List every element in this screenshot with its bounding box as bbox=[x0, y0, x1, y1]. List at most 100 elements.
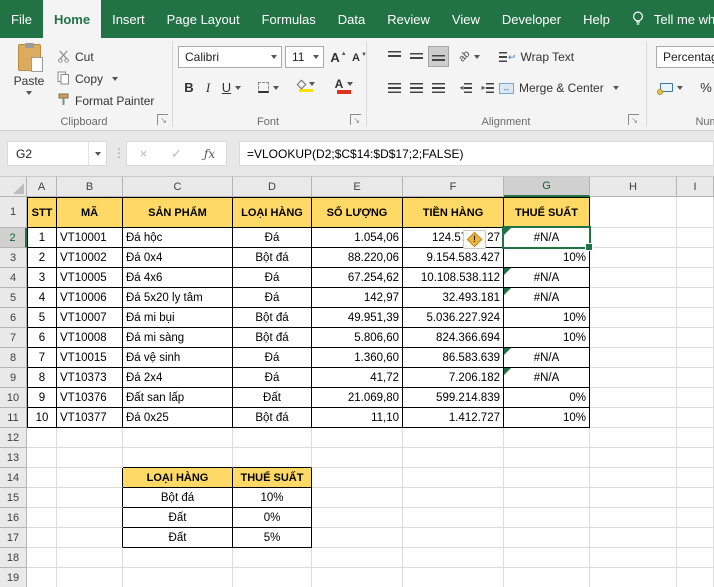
cell-C2[interactable]: Đá hộc bbox=[123, 228, 233, 248]
cell-D2[interactable]: Đá bbox=[233, 228, 312, 248]
formula-input[interactable]: =VLOOKUP(D2;$C$14:$D$17;2;FALSE) bbox=[239, 141, 714, 166]
cell-B14[interactable] bbox=[57, 468, 123, 488]
cell-F9[interactable]: 7.206.182 bbox=[403, 368, 504, 388]
cell-G5[interactable]: #N/A bbox=[504, 288, 590, 308]
borders-dropdown-arrow[interactable] bbox=[273, 85, 279, 90]
cell-E14[interactable] bbox=[312, 468, 403, 488]
cell-D6[interactable]: Bột đá bbox=[233, 308, 312, 328]
cell-I19[interactable] bbox=[677, 568, 714, 587]
cell-A14[interactable] bbox=[27, 468, 57, 488]
insert-function-icon[interactable]: ƒx bbox=[193, 142, 226, 165]
font-name-dropdown-arrow[interactable] bbox=[271, 55, 277, 59]
cell-H7[interactable] bbox=[590, 328, 677, 348]
orientation-button[interactable]: ab bbox=[455, 46, 484, 67]
cell-B9[interactable]: VT10373 bbox=[57, 368, 123, 388]
column-header-D[interactable]: D bbox=[233, 177, 312, 197]
decrease-indent-button[interactable]: ◂ bbox=[455, 77, 476, 98]
cell-B12[interactable] bbox=[57, 428, 123, 448]
cell-G19[interactable] bbox=[504, 568, 590, 587]
cell-A10[interactable]: 9 bbox=[27, 388, 57, 408]
error-checking-button[interactable]: ! bbox=[463, 230, 486, 249]
cell-C1[interactable]: SẢN PHẨM bbox=[123, 197, 233, 228]
formula-bar-resize-handle[interactable]: ⋮ bbox=[113, 146, 125, 160]
cell-D17[interactable]: 5% bbox=[233, 528, 312, 548]
cell-H12[interactable] bbox=[590, 428, 677, 448]
format-painter-button[interactable]: Format Painter bbox=[57, 91, 154, 111]
increase-font-size-button[interactable]: A ▲ bbox=[328, 47, 349, 68]
row-header-17[interactable]: 17 bbox=[0, 528, 27, 548]
row-header-12[interactable]: 12 bbox=[0, 428, 27, 448]
cell-C13[interactable] bbox=[123, 448, 233, 468]
fill-handle[interactable] bbox=[585, 243, 593, 251]
cell-C19[interactable] bbox=[123, 568, 233, 587]
cell-F5[interactable]: 32.493.181 bbox=[403, 288, 504, 308]
cell-D5[interactable]: Đá bbox=[233, 288, 312, 308]
cell-I11[interactable] bbox=[677, 408, 714, 428]
row-header-9[interactable]: 9 bbox=[0, 368, 27, 388]
row-header-10[interactable]: 10 bbox=[0, 388, 27, 408]
cell-I17[interactable] bbox=[677, 528, 714, 548]
tab-data[interactable]: Data bbox=[327, 0, 376, 38]
cell-G7[interactable]: 10% bbox=[504, 328, 590, 348]
cell-I10[interactable] bbox=[677, 388, 714, 408]
cell-H9[interactable] bbox=[590, 368, 677, 388]
tab-page-layout[interactable]: Page Layout bbox=[156, 0, 251, 38]
cell-F16[interactable] bbox=[403, 508, 504, 528]
cell-H6[interactable] bbox=[590, 308, 677, 328]
cell-D15[interactable]: 10% bbox=[233, 488, 312, 508]
cell-C7[interactable]: Đá mi sàng bbox=[123, 328, 233, 348]
cell-H14[interactable] bbox=[590, 468, 677, 488]
cell-C17[interactable]: Đất bbox=[123, 528, 233, 548]
cell-I6[interactable] bbox=[677, 308, 714, 328]
cell-B5[interactable]: VT10006 bbox=[57, 288, 123, 308]
cell-E5[interactable]: 142,97 bbox=[312, 288, 403, 308]
borders-button[interactable] bbox=[253, 77, 284, 98]
cell-A18[interactable] bbox=[27, 548, 57, 568]
cell-H13[interactable] bbox=[590, 448, 677, 468]
cell-C11[interactable]: Đá 0x25 bbox=[123, 408, 233, 428]
cell-G10[interactable]: 0% bbox=[504, 388, 590, 408]
wrap-text-button[interactable]: ↩ Wrap Text bbox=[499, 47, 574, 67]
cell-F13[interactable] bbox=[403, 448, 504, 468]
cell-G6[interactable]: 10% bbox=[504, 308, 590, 328]
cell-E7[interactable]: 5.806,60 bbox=[312, 328, 403, 348]
cell-A2[interactable]: 1 bbox=[27, 228, 57, 248]
cell-I4[interactable] bbox=[677, 268, 714, 288]
cell-E13[interactable] bbox=[312, 448, 403, 468]
percent-style-button[interactable]: % bbox=[696, 77, 714, 98]
cell-B8[interactable]: VT10015 bbox=[57, 348, 123, 368]
cell-D8[interactable]: Đá bbox=[233, 348, 312, 368]
cell-F17[interactable] bbox=[403, 528, 504, 548]
merge-and-center-button[interactable]: ↔ Merge & Center bbox=[499, 78, 619, 98]
cell-H17[interactable] bbox=[590, 528, 677, 548]
cell-G8[interactable]: #N/A bbox=[504, 348, 590, 368]
tab-formulas[interactable]: Formulas bbox=[251, 0, 327, 38]
cell-D3[interactable]: Bột đá bbox=[233, 248, 312, 268]
cell-B11[interactable]: VT10377 bbox=[57, 408, 123, 428]
cell-I12[interactable] bbox=[677, 428, 714, 448]
cell-A6[interactable]: 5 bbox=[27, 308, 57, 328]
center-button[interactable] bbox=[406, 77, 427, 98]
column-header-I[interactable]: I bbox=[677, 177, 714, 197]
cell-G18[interactable] bbox=[504, 548, 590, 568]
fill-color-button[interactable] bbox=[290, 76, 322, 97]
tell-me-box[interactable]: Tell me what you want to do bbox=[645, 0, 714, 38]
cell-C9[interactable]: Đá 2x4 bbox=[123, 368, 233, 388]
cell-F15[interactable] bbox=[403, 488, 504, 508]
cell-A3[interactable]: 2 bbox=[27, 248, 57, 268]
cell-E8[interactable]: 1.360,60 bbox=[312, 348, 403, 368]
cell-G3[interactable]: 10% bbox=[504, 248, 590, 268]
cell-I3[interactable] bbox=[677, 248, 714, 268]
cell-D14[interactable]: THUẾ SUẤT bbox=[233, 468, 312, 488]
cell-B16[interactable] bbox=[57, 508, 123, 528]
cell-E16[interactable] bbox=[312, 508, 403, 528]
cell-G15[interactable] bbox=[504, 488, 590, 508]
cell-E17[interactable] bbox=[312, 528, 403, 548]
row-header-4[interactable]: 4 bbox=[0, 268, 27, 288]
top-align-button[interactable] bbox=[384, 46, 405, 67]
cell-E4[interactable]: 67.254,62 bbox=[312, 268, 403, 288]
column-header-H[interactable]: H bbox=[590, 177, 677, 197]
font-size-combobox[interactable]: 11 bbox=[285, 46, 324, 68]
fill-color-dropdown-arrow[interactable] bbox=[308, 82, 315, 87]
middle-align-button[interactable] bbox=[406, 46, 427, 67]
